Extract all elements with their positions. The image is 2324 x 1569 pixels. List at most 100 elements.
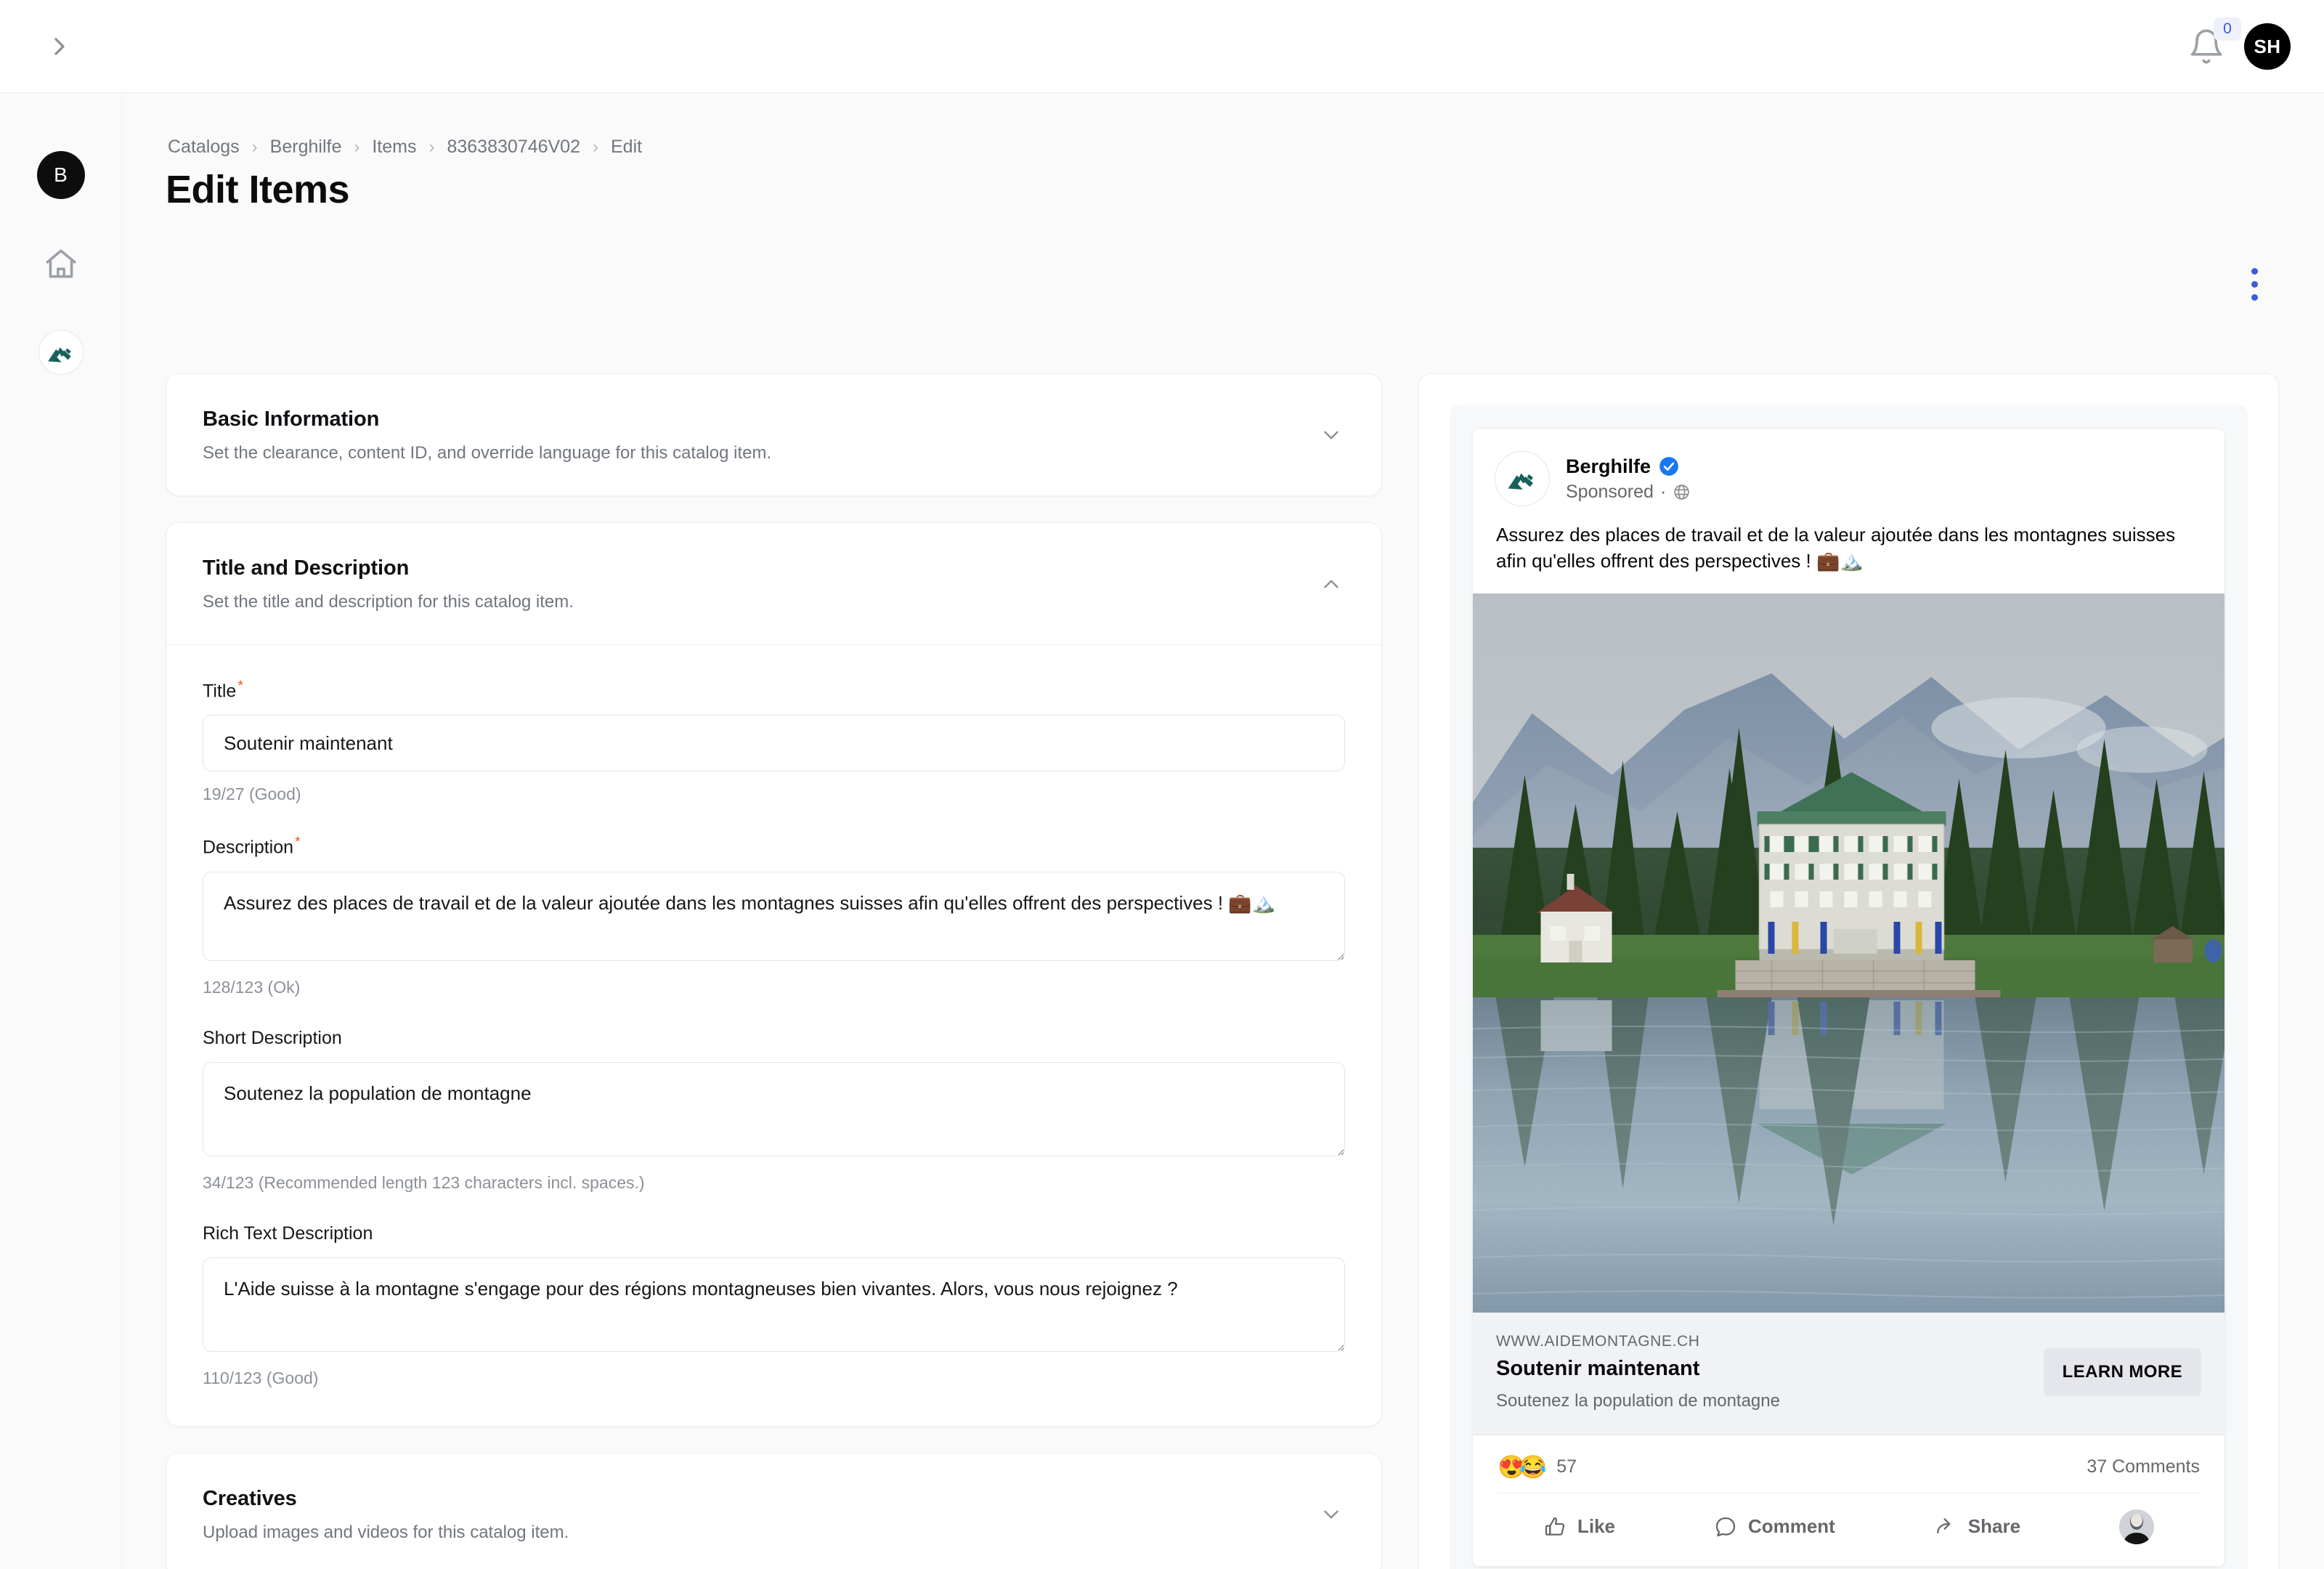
breadcrumb-separator: › bbox=[252, 137, 258, 158]
top-bar: 0 SH bbox=[0, 0, 2324, 93]
left-nav-rail: B bbox=[0, 93, 122, 1569]
chevron-down-icon bbox=[1319, 1502, 1344, 1527]
section-subtitle: Set the title and description for this c… bbox=[203, 592, 1341, 612]
field-title: Title* 19/27 (Good) bbox=[203, 678, 1345, 804]
ad-link-card[interactable]: WWW.AIDEMONTAGNE.CH Soutenir maintenant … bbox=[1473, 1313, 2225, 1435]
section-title: Creatives bbox=[203, 1487, 1341, 1511]
notification-count-badge: 0 bbox=[2214, 17, 2241, 41]
sponsored-separator: · bbox=[1660, 482, 1666, 503]
thumbs-up-icon bbox=[1543, 1515, 1567, 1538]
mountain-lake-hotel-photo bbox=[1473, 593, 2225, 1313]
berghilfe-logo-icon bbox=[45, 336, 77, 368]
description-input[interactable] bbox=[203, 872, 1345, 962]
field-hint-short-description: 34/123 (Recommended length 123 character… bbox=[203, 1173, 1345, 1193]
form-column: Basic Information Set the clearance, con… bbox=[166, 373, 1382, 1569]
sponsored-label: Sponsored bbox=[1566, 482, 1654, 503]
berghilfe-logo-icon bbox=[1505, 461, 1540, 496]
field-label-rich-text-description: Rich Text Description bbox=[203, 1223, 373, 1244]
field-label-title: Title* bbox=[203, 678, 243, 702]
reaction-emojis: 😍 😂 bbox=[1498, 1456, 1547, 1478]
breadcrumb-item-edit[interactable]: Edit bbox=[611, 137, 642, 158]
field-rich-text-description: Rich Text Description 110/123 (Good) bbox=[203, 1223, 1345, 1388]
section-body-title-and-description: Title* 19/27 (Good) Description* 128/123… bbox=[166, 645, 1381, 1426]
section-subtitle: Upload images and videos for this catalo… bbox=[203, 1523, 1341, 1543]
page-avatar[interactable] bbox=[1495, 451, 1550, 506]
preview-panel: Berghilfe Sponsored · bbox=[1418, 373, 2279, 1569]
ad-display-url: WWW.AIDEMONTAGNE.CH bbox=[1496, 1333, 1780, 1350]
field-label-short-description: Short Description bbox=[203, 1028, 342, 1049]
field-label-description: Description* bbox=[203, 835, 300, 858]
page-title: Edit Items bbox=[166, 167, 349, 212]
verified-badge-icon bbox=[1659, 456, 1679, 477]
viewer-avatar[interactable] bbox=[2119, 1509, 2154, 1544]
section-header-creatives[interactable]: Creatives Upload images and videos for t… bbox=[166, 1454, 1381, 1569]
section-toggle-basic-information[interactable] bbox=[1319, 423, 1344, 447]
sponsored-row: Sponsored · bbox=[1566, 482, 1691, 503]
section-header-title-and-description[interactable]: Title and Description Set the title and … bbox=[166, 523, 1381, 644]
section-toggle-creatives[interactable] bbox=[1319, 1502, 1344, 1527]
haha-emoji-icon: 😂 bbox=[1519, 1456, 1548, 1478]
field-hint-title: 19/27 (Good) bbox=[203, 784, 1345, 804]
ad-creative-image[interactable] bbox=[1473, 593, 2225, 1313]
title-input[interactable] bbox=[203, 715, 1345, 771]
chevron-down-icon bbox=[1319, 423, 1344, 447]
section-creatives: Creatives Upload images and videos for t… bbox=[166, 1453, 1382, 1569]
sidebar-item-home[interactable] bbox=[41, 244, 81, 285]
ad-primary-text: Assurez des places de travail et de la v… bbox=[1473, 506, 2225, 593]
comments-count[interactable]: 37 Comments bbox=[2087, 1456, 2200, 1477]
user-avatar-button[interactable]: SH bbox=[2244, 23, 2291, 70]
breadcrumb-separator: › bbox=[428, 137, 434, 158]
notifications-button[interactable]: 0 bbox=[2187, 28, 2225, 65]
learn-more-button[interactable]: LEARN MORE bbox=[2044, 1348, 2201, 1396]
share-arrow-icon bbox=[1934, 1515, 1957, 1538]
reactions-group[interactable]: 😍 😂 57 bbox=[1498, 1456, 1577, 1478]
comment-button[interactable]: Comment bbox=[1714, 1515, 1835, 1538]
reaction-count: 57 bbox=[1556, 1456, 1577, 1477]
breadcrumb: Catalogs › Berghilfe › Items › 836383074… bbox=[168, 137, 642, 158]
page-name[interactable]: Berghilfe bbox=[1566, 455, 1651, 478]
chevron-right-icon bbox=[45, 32, 74, 61]
page-canvas: Catalogs › Berghilfe › Items › 836383074… bbox=[122, 93, 2324, 1569]
page-meta: Berghilfe Sponsored · bbox=[1566, 455, 1691, 503]
breadcrumb-item-catalogs[interactable]: Catalogs bbox=[168, 137, 240, 158]
top-bar-actions: 0 SH bbox=[2187, 0, 2291, 93]
workspace-brand-avatar[interactable]: B bbox=[37, 151, 85, 199]
ad-link-description: Soutenez la population de montagne bbox=[1496, 1391, 1780, 1411]
section-toggle-title-and-description[interactable] bbox=[1319, 572, 1344, 596]
ad-engagement-stats: 😍 😂 57 37 Comments bbox=[1473, 1435, 2225, 1493]
breadcrumb-item-id[interactable]: 8363830746V02 bbox=[447, 137, 580, 158]
section-header-basic-information[interactable]: Basic Information Set the clearance, con… bbox=[166, 374, 1381, 495]
field-hint-description: 128/123 (Ok) bbox=[203, 978, 1345, 997]
facebook-ad-preview-card: Berghilfe Sponsored · bbox=[1473, 429, 2225, 1566]
share-button[interactable]: Share bbox=[1934, 1515, 2020, 1538]
breadcrumb-separator: › bbox=[593, 137, 598, 158]
content-columns: Basic Information Set the clearance, con… bbox=[122, 279, 2324, 1569]
field-description: Description* 128/123 (Ok) bbox=[203, 835, 1345, 997]
breadcrumb-item-berghilfe[interactable]: Berghilfe bbox=[270, 137, 342, 158]
required-asterisk: * bbox=[237, 678, 243, 694]
like-label: Like bbox=[1577, 1515, 1615, 1538]
section-basic-information: Basic Information Set the clearance, con… bbox=[166, 373, 1382, 496]
preview-stage: Berghilfe Sponsored · bbox=[1450, 405, 2248, 1569]
ad-action-bar: Like Comment bbox=[1498, 1493, 2200, 1566]
like-button[interactable]: Like bbox=[1543, 1515, 1615, 1538]
breadcrumb-item-items[interactable]: Items bbox=[372, 137, 416, 158]
page-name-row: Berghilfe bbox=[1566, 455, 1691, 478]
comment-label: Comment bbox=[1748, 1515, 1835, 1538]
breadcrumb-separator: › bbox=[354, 137, 359, 158]
ad-headline: Soutenir maintenant bbox=[1496, 1357, 1780, 1381]
field-short-description: Short Description 34/123 (Recommended le… bbox=[203, 1028, 1345, 1193]
short-description-input[interactable] bbox=[203, 1062, 1345, 1156]
field-hint-rich-text-description: 110/123 (Good) bbox=[203, 1369, 1345, 1388]
ad-page-header: Berghilfe Sponsored · bbox=[1473, 429, 2225, 506]
globe-icon bbox=[1673, 483, 1691, 501]
sidebar-expand-button[interactable] bbox=[45, 32, 74, 61]
user-avatar-icon bbox=[2119, 1509, 2154, 1544]
sidebar-item-berghilfe[interactable] bbox=[38, 330, 84, 375]
rich-text-description-input[interactable] bbox=[203, 1257, 1345, 1352]
preview-column: Berghilfe Sponsored · bbox=[1418, 373, 2279, 1569]
section-title: Title and Description bbox=[203, 556, 1341, 580]
more-vertical-icon bbox=[2251, 268, 2258, 275]
section-title-and-description: Title and Description Set the title and … bbox=[166, 522, 1382, 1427]
required-asterisk: * bbox=[295, 835, 300, 850]
